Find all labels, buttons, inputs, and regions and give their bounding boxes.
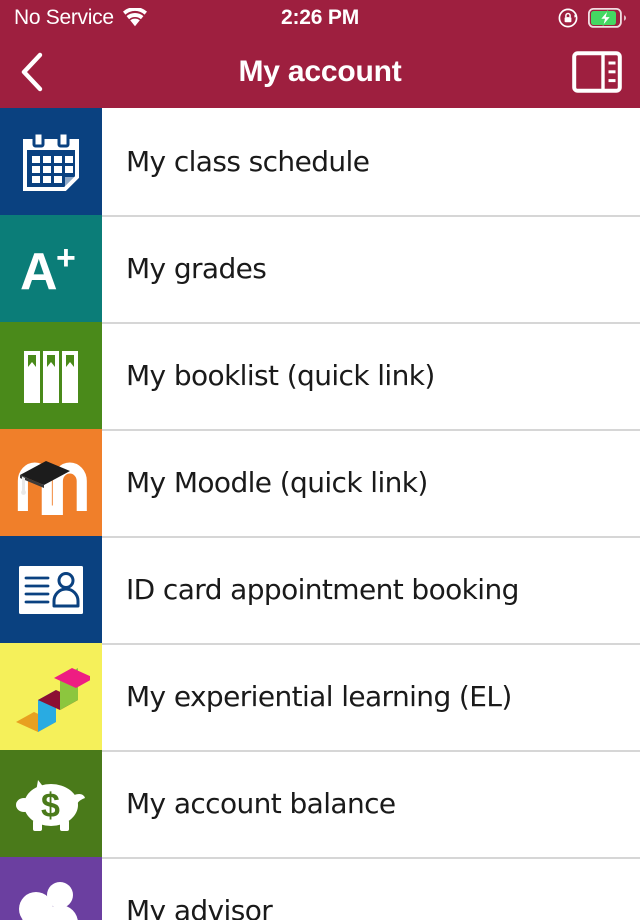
list-item-label: My account balance <box>126 787 396 820</box>
list-item-label: My Moodle (quick link) <box>126 466 428 499</box>
list-item-label: My booklist (quick link) <box>126 359 435 392</box>
status-bar-right <box>557 7 626 29</box>
list-item-tile: $ <box>0 750 102 857</box>
staircase-steps-icon <box>12 660 90 734</box>
clock-label: 2:26 PM <box>281 6 359 29</box>
list-item-tile <box>0 536 102 643</box>
menu-list: My class schedule A + My grades My bookl… <box>0 108 640 920</box>
wifi-icon <box>122 8 148 28</box>
svg-text:$: $ <box>41 787 60 825</box>
calendar-icon <box>21 131 81 193</box>
two-people-icon <box>14 879 88 920</box>
list-item-tile <box>0 322 102 429</box>
list-item-tile: A + <box>0 215 102 322</box>
back-button[interactable] <box>18 46 64 98</box>
list-item[interactable]: My booklist (quick link) <box>0 322 640 429</box>
list-item-label: ID card appointment booking <box>126 573 519 606</box>
list-item-tile <box>0 429 102 536</box>
list-item-tile <box>0 643 102 750</box>
app-screen: No Service 2:26 PM My account My class s… <box>0 0 640 920</box>
svg-text:+: + <box>56 239 76 277</box>
list-item-label: My class schedule <box>126 145 370 178</box>
status-bar-left: No Service <box>14 6 148 30</box>
piggy-bank-icon: $ <box>14 773 88 835</box>
list-item-tile <box>0 108 102 215</box>
list-item[interactable]: A + My grades <box>0 215 640 322</box>
list-item-tile <box>0 857 102 920</box>
rotation-lock-icon <box>557 7 579 29</box>
chevron-left-icon <box>18 50 46 94</box>
list-item-label: My advisor <box>126 894 273 920</box>
list-item[interactable]: ID card appointment booking <box>0 536 640 643</box>
list-item[interactable]: My class schedule <box>0 108 640 215</box>
moodle-logo-icon <box>14 451 88 515</box>
id-card-icon <box>18 565 84 615</box>
list-item[interactable]: My Moodle (quick link) <box>0 429 640 536</box>
list-item-label: My grades <box>126 252 267 285</box>
status-bar: No Service 2:26 PM <box>0 0 640 36</box>
a-plus-grade-icon: A + <box>18 239 84 299</box>
page-title: My account <box>238 55 402 88</box>
list-item-label: My experiential learning (EL) <box>126 680 512 713</box>
list-item[interactable]: My advisor <box>0 857 640 920</box>
carrier-label: No Service <box>14 6 114 29</box>
battery-charging-icon <box>588 8 626 28</box>
list-item[interactable]: $ My account balance <box>0 750 640 857</box>
list-item[interactable]: My experiential learning (EL) <box>0 643 640 750</box>
svg-text:A: A <box>20 243 58 299</box>
split-panel-icon <box>572 51 622 93</box>
navigation-bar: My account <box>0 36 640 108</box>
panel-toggle-button[interactable] <box>572 51 622 93</box>
books-icon <box>20 345 82 407</box>
